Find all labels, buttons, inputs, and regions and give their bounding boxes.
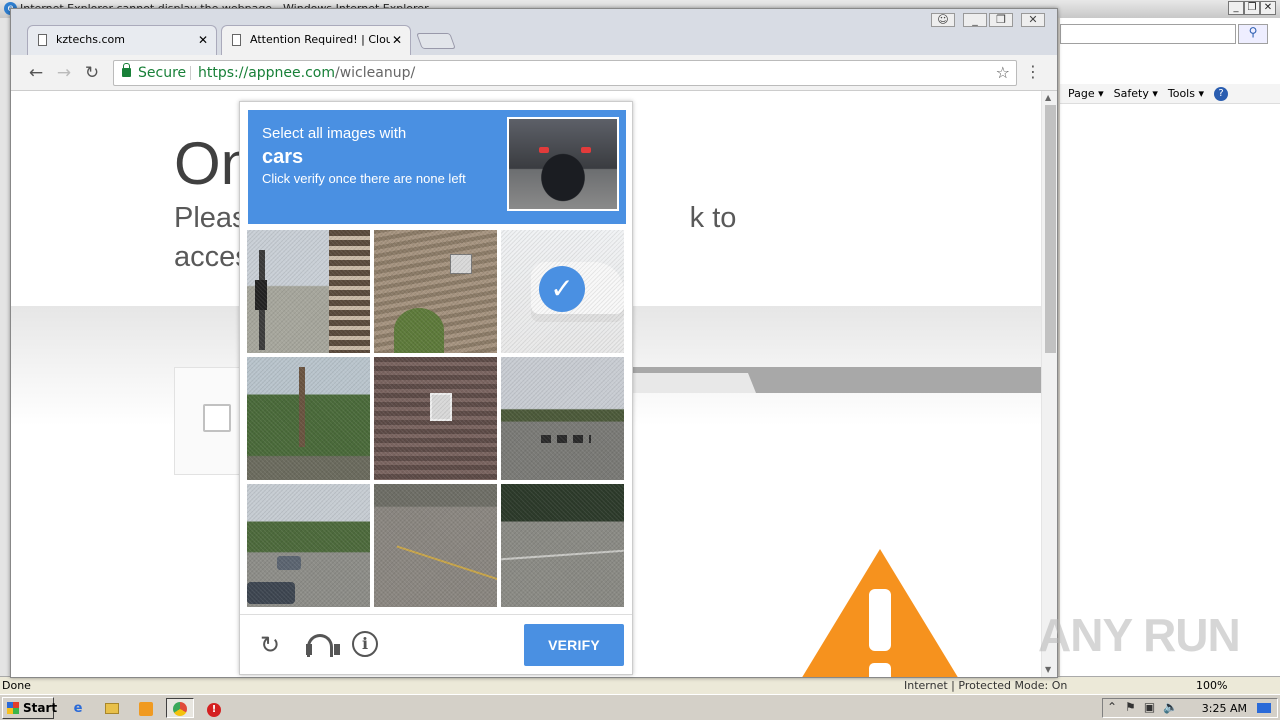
system-tray: ⌃⚑▣🔈 3:25 AM (1102, 698, 1278, 718)
ie-status-bar: Done Internet | Protected Mode: On 100% (0, 676, 1280, 694)
challenge-header: Select all images with cars Click verify… (248, 110, 626, 224)
page-icon (38, 34, 47, 46)
close-tab-icon[interactable]: ✕ (392, 26, 402, 54)
tab-strip: kztechs.com ✕ Attention Required! | Clou… (11, 9, 1057, 55)
tab-label: Attention Required! | Cloudflare (250, 33, 390, 46)
omnibox-divider (190, 66, 191, 80)
tab-attention-required[interactable]: Attention Required! | Cloudflare ✕ (221, 25, 411, 55)
profile-icon[interactable]: ☺ (931, 13, 955, 27)
image-grid: ✓ (247, 230, 627, 610)
ie-status-text: Done (2, 679, 31, 692)
tab-label: kztechs.com (56, 33, 125, 46)
taskbar-folder-icon[interactable] (98, 698, 126, 718)
image-tile-6[interactable] (501, 357, 624, 480)
info-icon[interactable]: i (352, 631, 380, 659)
image-tile-7[interactable] (247, 484, 370, 607)
anyrun-watermark: ANY RUN (1038, 609, 1241, 661)
ie-zoom-level[interactable]: 100% (1196, 677, 1227, 694)
taskbar: Start e ! ⌃⚑▣🔈 3:25 AM (0, 694, 1280, 720)
scrollbar-thumb[interactable] (1045, 105, 1056, 353)
address-bar[interactable]: Secure https://appnee.com/wicleanup/ ☆ (113, 60, 1017, 86)
ie-security-zone: Internet | Protected Mode: On (904, 679, 1068, 692)
url-host: appnee.com (248, 65, 335, 81)
sample-car-image (507, 117, 619, 211)
image-tile-1[interactable] (247, 230, 370, 353)
tab-kztechs[interactable]: kztechs.com ✕ (27, 25, 217, 55)
target-object: cars (262, 146, 304, 168)
ie-search-icon[interactable]: ⚲ (1238, 24, 1268, 44)
url-scheme: https:// (198, 65, 249, 81)
selected-check-icon: ✓ (539, 266, 585, 312)
close-icon[interactable]: ✕ (1260, 1, 1276, 15)
secure-label: Secure (138, 65, 187, 81)
tray-icons[interactable]: ⌃⚑▣🔈 (1107, 700, 1186, 714)
captcha-checkbox[interactable] (203, 404, 231, 432)
vertical-scrollbar[interactable]: ▲ ▼ (1041, 91, 1057, 677)
lock-icon (122, 63, 131, 77)
minimize-icon[interactable]: _ (963, 13, 987, 27)
warning-icon (802, 549, 958, 677)
ie-tools-menu[interactable]: Tools ▾ (1168, 87, 1204, 100)
challenge-footer: ↻ i VERIFY (240, 614, 632, 674)
minimize-icon[interactable]: _ (1228, 1, 1244, 15)
instruction-text: Select all images with (262, 125, 407, 142)
taskbar-media-player-icon[interactable] (132, 698, 160, 718)
ie-help-icon[interactable]: ? (1214, 86, 1228, 101)
image-tile-4[interactable] (247, 357, 370, 480)
close-tab-icon[interactable]: ✕ (198, 26, 208, 54)
image-tile-2[interactable] (374, 230, 497, 353)
scroll-up-icon[interactable]: ▲ (1045, 93, 1051, 102)
chrome-toolbar: ← → ↻ Secure https://appnee.com/wicleanu… (11, 55, 1057, 91)
image-tile-8[interactable] (374, 484, 497, 607)
url-text: https://appnee.com/wicleanup/ (198, 61, 415, 85)
ie-address-field[interactable] (1060, 24, 1236, 44)
ie-command-bar: Page ▾ Safety ▾ Tools ▾ ? (1060, 84, 1280, 104)
image-tile-3[interactable]: ✓ (501, 230, 624, 353)
ie-page-menu[interactable]: Page ▾ (1068, 87, 1104, 100)
bookmark-star-icon[interactable]: ☆ (996, 61, 1010, 85)
page-icon (232, 34, 241, 46)
image-tile-9[interactable] (501, 484, 624, 607)
ie-frame-edge (0, 18, 10, 678)
restore-icon[interactable]: ❐ (1244, 1, 1260, 15)
taskbar-ie-icon[interactable]: e (64, 698, 92, 718)
clock[interactable]: 3:25 AM (1202, 702, 1247, 715)
show-desktop-icon[interactable] (1257, 703, 1271, 713)
reload-icon[interactable]: ↻ (81, 62, 103, 84)
image-tile-5[interactable] (374, 357, 497, 480)
restore-icon[interactable]: ❐ (989, 13, 1013, 27)
forward-icon[interactable]: → (53, 62, 75, 84)
scroll-down-icon[interactable]: ▼ (1045, 665, 1051, 674)
ie-safety-menu[interactable]: Safety ▾ (1114, 87, 1158, 100)
close-icon[interactable]: ✕ (1021, 13, 1045, 27)
start-button[interactable]: Start (2, 697, 58, 719)
instruction-hint: Click verify once there are none left (262, 171, 466, 186)
verify-button[interactable]: VERIFY (524, 624, 624, 666)
start-label: Start (23, 701, 58, 715)
audio-challenge-icon[interactable] (304, 631, 340, 659)
windows-logo-icon (7, 702, 19, 714)
new-tab-button[interactable] (416, 33, 456, 49)
back-icon[interactable]: ← (25, 62, 47, 84)
reload-challenge-icon[interactable]: ↻ (256, 631, 284, 659)
taskbar-alert-icon[interactable]: ! (200, 698, 228, 718)
recaptcha-challenge: Select all images with cars Click verify… (239, 101, 633, 675)
url-path: /wicleanup/ (335, 65, 416, 81)
taskbar-chrome-icon[interactable] (166, 698, 194, 718)
ie-page-area (1060, 18, 1280, 678)
chrome-menu-icon[interactable]: ⋮ (1025, 62, 1041, 81)
